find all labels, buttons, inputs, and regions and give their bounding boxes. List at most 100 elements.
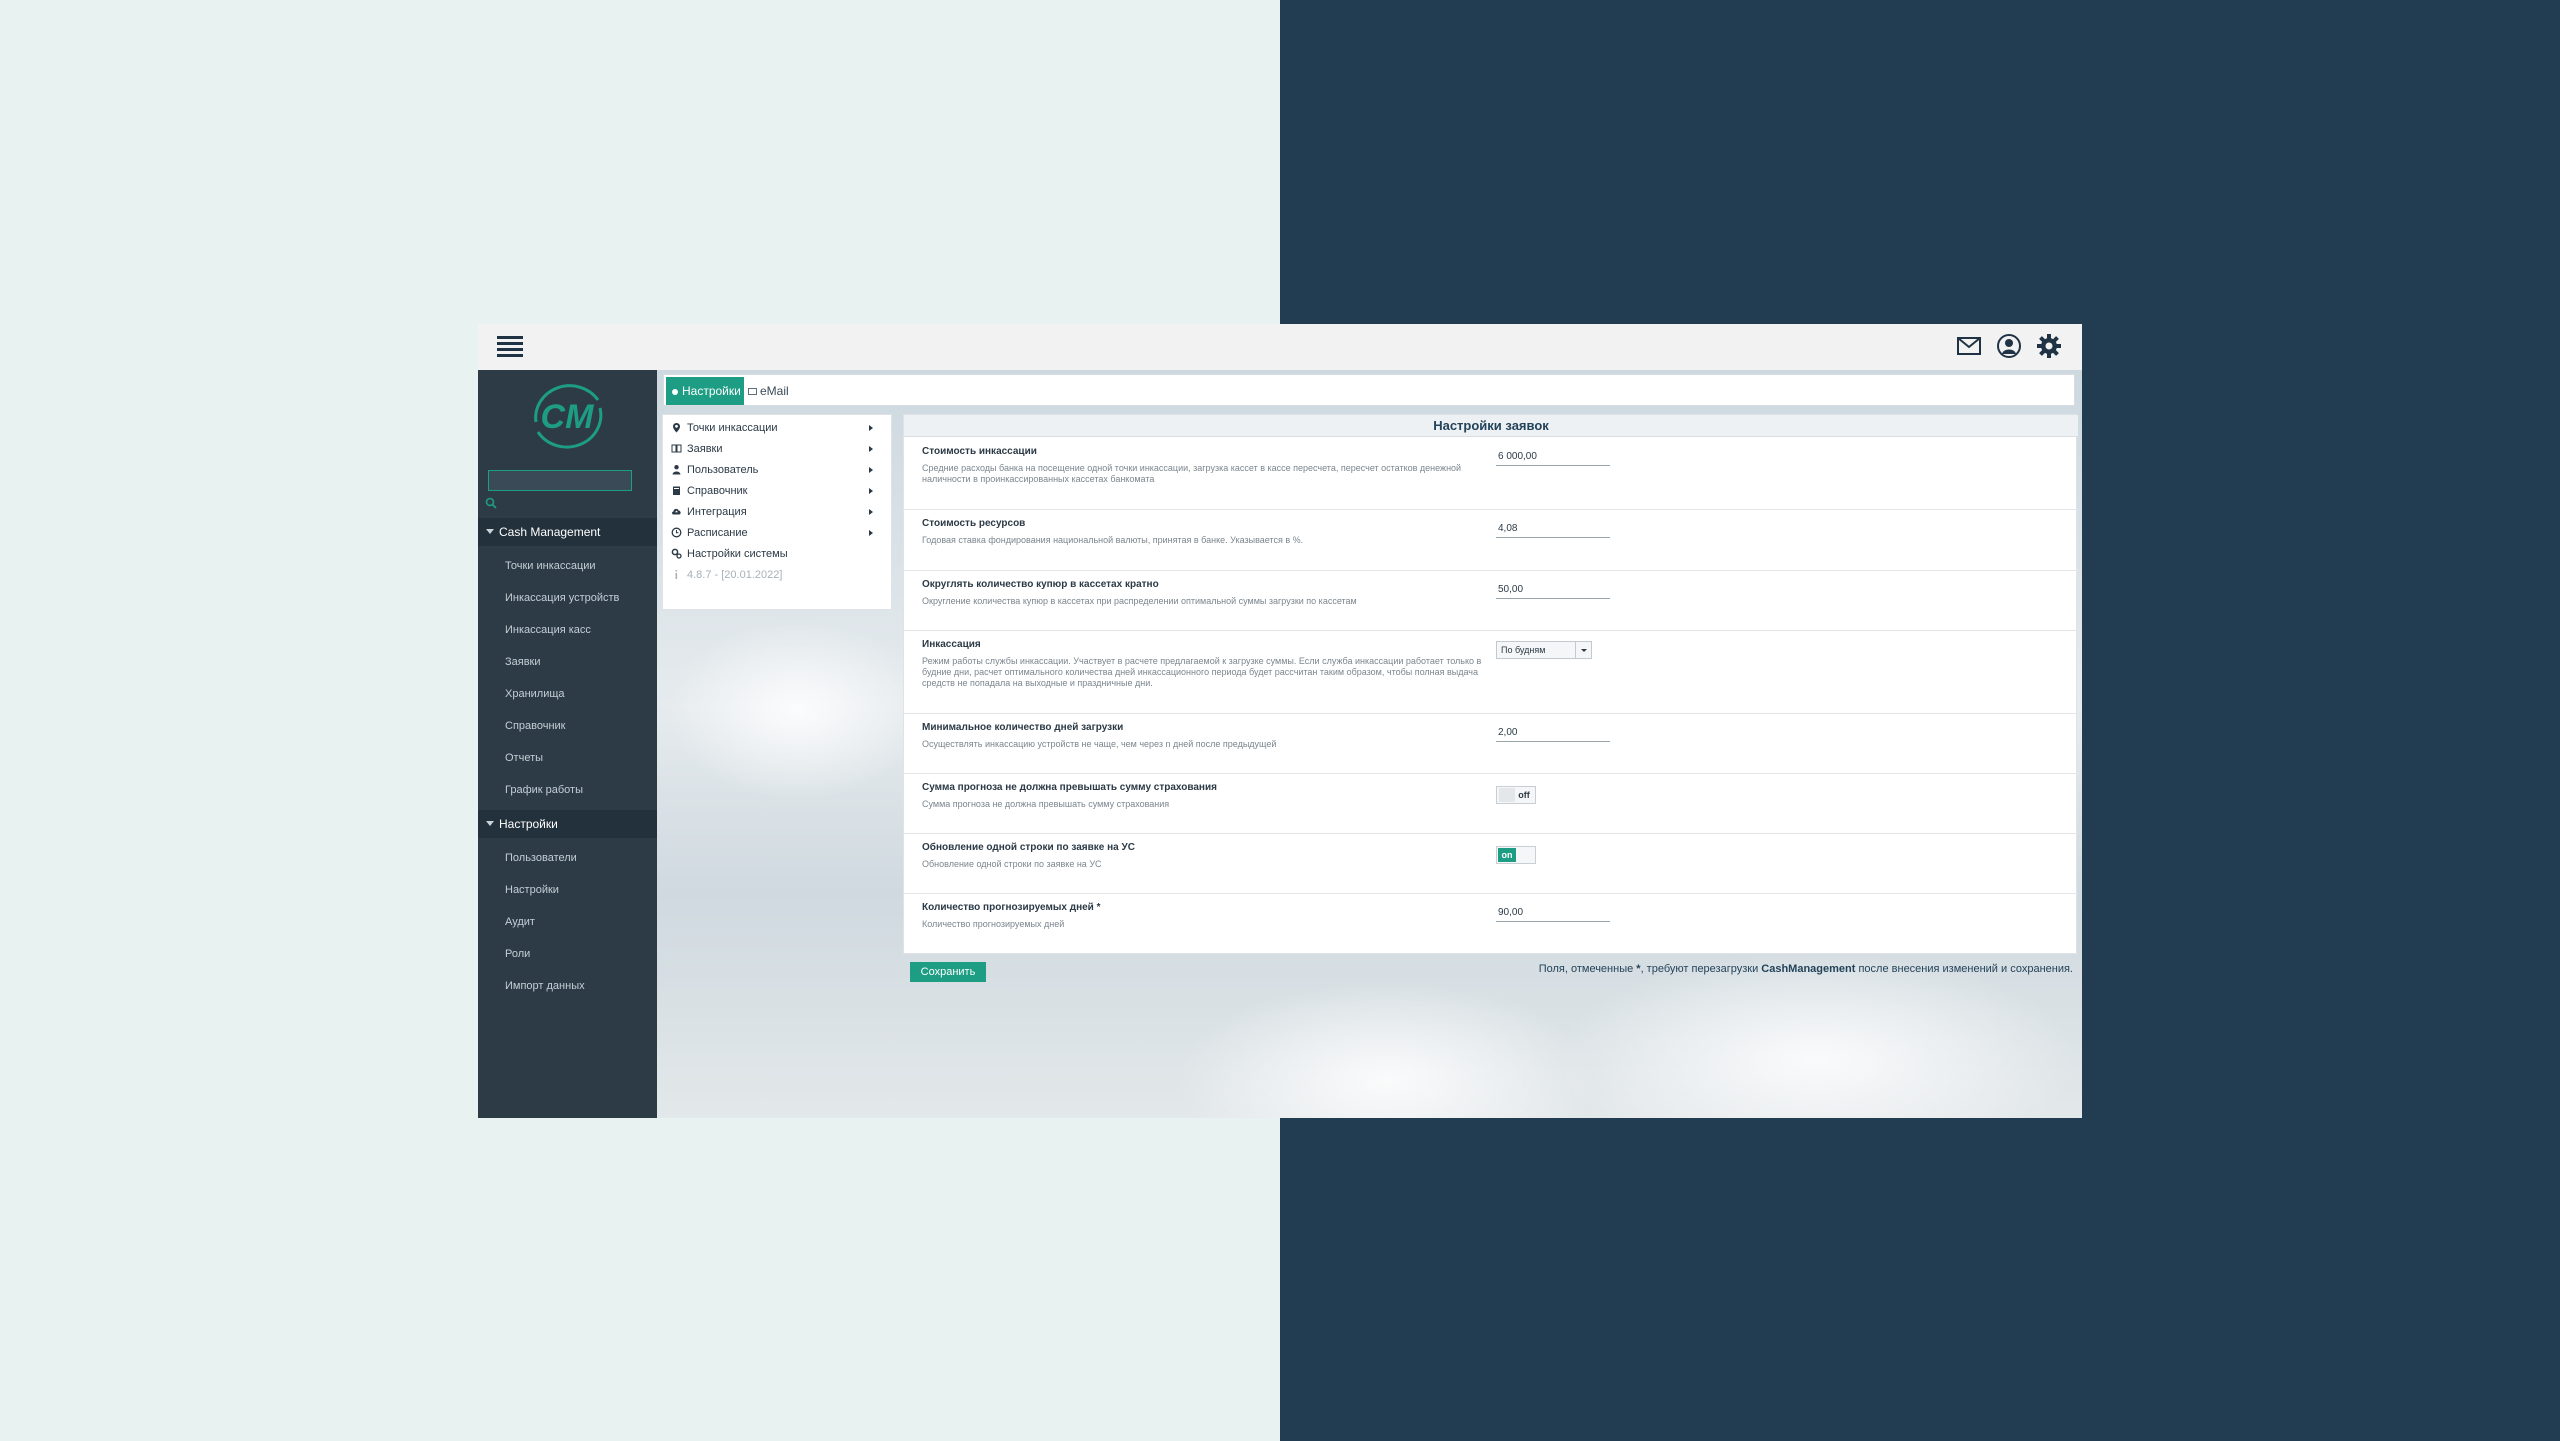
- gear-icon[interactable]: [2036, 333, 2062, 359]
- submenu-item-requests[interactable]: Заявки: [663, 439, 893, 460]
- setting-description: Осуществлять инкассацию устройств не чащ…: [922, 739, 1277, 749]
- submenu-version-info: 4.8.7 - [20.01.2022]: [663, 565, 893, 586]
- sidebar-item[interactable]: Импорт данных: [478, 970, 657, 1002]
- setting-label: Количество прогнозируемых дней *: [922, 902, 1101, 913]
- footnote-text: Поля, отмеченные: [1538, 963, 1637, 975]
- user-icon[interactable]: [1996, 333, 2022, 359]
- single-line-update-toggle[interactable]: on: [1496, 846, 1536, 864]
- resource-cost-input[interactable]: [1496, 520, 1610, 538]
- footnote: Поля, отмеченные *, требуют перезагрузки…: [1539, 963, 2073, 975]
- book-icon: [671, 444, 682, 453]
- setting-row-rounding: Округлять количество купюр в кассетах кр…: [904, 571, 2078, 631]
- sidebar-section-label: Cash Management: [499, 525, 601, 539]
- toggle-state: on: [1498, 848, 1516, 862]
- submenu-item-user[interactable]: Пользователь: [663, 460, 893, 481]
- select-value: По будням: [1501, 645, 1546, 655]
- footnote-app-name: CashManagement: [1761, 963, 1856, 975]
- background-cloud: [1177, 980, 1597, 1118]
- min-days-input[interactable]: [1496, 724, 1610, 742]
- submenu-item-integration[interactable]: Интеграция: [663, 502, 893, 523]
- collection-cost-input[interactable]: [1496, 448, 1610, 466]
- sidebar-item[interactable]: Инкассация устройств: [478, 582, 657, 614]
- tab-settings[interactable]: Настройки: [666, 377, 749, 405]
- setting-row-collection-mode: Инкассация Режим работы службы инкассаци…: [904, 631, 2078, 714]
- submenu-item-system-settings[interactable]: Настройки системы: [663, 544, 893, 565]
- setting-description: Сумма прогноза не должна превышать сумму…: [922, 799, 1170, 809]
- sidebar-item[interactable]: График работы: [478, 774, 657, 806]
- toggle-state: off: [1518, 790, 1530, 800]
- chevron-right-icon: [869, 530, 873, 536]
- submenu-item-collection-points[interactable]: Точки инкассации: [663, 418, 893, 439]
- sidebar-list-settings: Пользователи Настройки Аудит Роли Импорт…: [478, 842, 657, 1002]
- cloud-upload-icon: [672, 508, 681, 515]
- submenu-item-schedule[interactable]: Расписание: [663, 523, 893, 544]
- tab-label: Настройки: [682, 384, 741, 398]
- sidebar-item[interactable]: Пользователи: [478, 842, 657, 874]
- chevron-down-icon[interactable]: [1575, 642, 1591, 658]
- envelope-icon: [748, 388, 757, 395]
- sidebar-item[interactable]: Настройки: [478, 874, 657, 906]
- settings-submenu: Точки инкассации Заявки Пользователь Спр…: [662, 414, 892, 610]
- rounding-input[interactable]: [1496, 581, 1610, 599]
- tab-label: eMail: [760, 384, 789, 398]
- sidebar-item[interactable]: Заявки: [478, 646, 657, 678]
- sidebar-item[interactable]: Точки инкассации: [478, 550, 657, 582]
- setting-label: Стоимость ресурсов: [922, 518, 1026, 529]
- setting-label: Инкассация: [922, 639, 981, 650]
- setting-description: Годовая ставка фондирования национальной…: [922, 535, 1304, 545]
- sidebar-section-cash-management[interactable]: Cash Management: [478, 518, 657, 546]
- top-icons: [1956, 333, 2062, 359]
- setting-label: Обновление одной строки по заявке на УС: [922, 842, 1135, 853]
- sidebar-item[interactable]: Роли: [478, 938, 657, 970]
- version-label: 4.8.7 - [20.01.2022]: [687, 569, 783, 581]
- setting-description: Количество прогнозируемых дней: [922, 919, 1065, 929]
- logo[interactable]: CM: [522, 378, 612, 452]
- submenu-label: Расписание: [687, 527, 748, 539]
- submenu-label: Настройки системы: [687, 548, 788, 560]
- setting-row-single-line-update: Обновление одной строки по заявке на УС …: [904, 834, 2078, 894]
- forecast-limit-toggle[interactable]: off: [1496, 786, 1536, 804]
- forecast-days-input[interactable]: [1496, 904, 1610, 922]
- sidebar-section-label: Настройки: [499, 817, 558, 831]
- chevron-right-icon: [869, 446, 873, 452]
- clock-icon: [671, 527, 682, 538]
- panel-title: Настройки заявок: [904, 415, 2078, 437]
- person-icon: [672, 465, 681, 475]
- setting-label: Минимальное количество дней загрузки: [922, 722, 1124, 733]
- map-pin-icon: [673, 423, 680, 433]
- content-area: Настройки eMail Точки инкассации Заявки …: [657, 370, 2082, 1118]
- chevron-down-icon: [486, 529, 494, 534]
- top-bar: [478, 324, 2082, 370]
- chevron-right-icon: [869, 488, 873, 494]
- search-icon[interactable]: [485, 497, 497, 509]
- sidebar-item[interactable]: Инкассация касс: [478, 614, 657, 646]
- setting-description: Обновление одной строки по заявке на УС: [922, 859, 1102, 869]
- submenu-label: Пользователь: [687, 464, 759, 476]
- footnote-text: после внесения изменений и сохранения.: [1855, 963, 2073, 975]
- sidebar-search-input[interactable]: [488, 470, 632, 491]
- sidebar-item[interactable]: Справочник: [478, 710, 657, 742]
- tab-email[interactable]: eMail: [744, 377, 797, 405]
- setting-description: Режим работы службы инкассации. Участвуе…: [922, 656, 1482, 688]
- collection-mode-select[interactable]: По будням: [1496, 641, 1592, 659]
- svg-text:CM: CM: [541, 398, 595, 436]
- sidebar-section-settings[interactable]: Настройки: [478, 810, 657, 838]
- submenu-item-reference[interactable]: Справочник: [663, 481, 893, 502]
- save-button[interactable]: Сохранить: [910, 962, 986, 982]
- active-dot-icon: [672, 389, 678, 395]
- sidebar-item[interactable]: Отчеты: [478, 742, 657, 774]
- menu-icon[interactable]: [497, 336, 523, 358]
- setting-description: Средние расходы банка на посещение одной…: [922, 463, 1462, 484]
- sidebar-item[interactable]: Аудит: [478, 906, 657, 938]
- submenu-label: Заявки: [687, 443, 723, 455]
- gears-icon: [671, 548, 682, 559]
- submenu-label: Точки инкассации: [687, 422, 778, 434]
- sidebar-item[interactable]: Хранилища: [478, 678, 657, 710]
- mail-icon[interactable]: [1956, 333, 1982, 359]
- footnote-text: , требуют перезагрузки: [1640, 963, 1762, 975]
- app-window: CM Cash Management Точки инкассации Инка…: [478, 324, 2082, 1118]
- setting-label: Стоимость инкассации: [922, 446, 1037, 457]
- setting-label: Округлять количество купюр в кассетах кр…: [922, 579, 1159, 590]
- chevron-down-icon: [486, 821, 494, 826]
- setting-row-resource-cost: Стоимость ресурсов Годовая ставка фондир…: [904, 510, 2078, 571]
